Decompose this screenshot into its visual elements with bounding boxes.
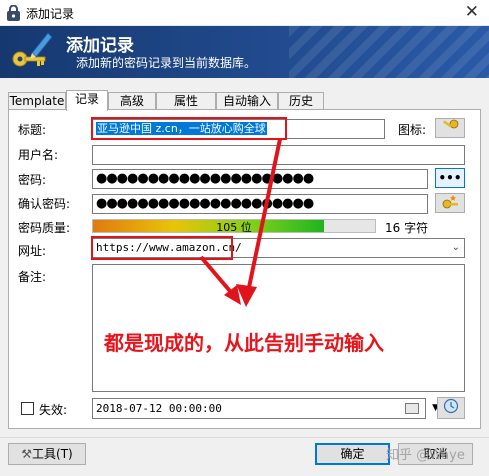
header-banner: 添加记录 添加新的密码记录到当前数据库。 — [0, 26, 489, 78]
window-title: 添加记录 — [26, 7, 75, 21]
annotation-arrows — [199, 138, 282, 307]
tab-properties[interactable]: 属性 — [156, 92, 216, 110]
tab-history[interactable]: 历史 — [278, 92, 324, 110]
window-titlebar: 添加记录 ✕ — [0, 0, 489, 26]
title-label: 标题: — [18, 123, 47, 137]
close-icon[interactable]: ✕ — [465, 2, 479, 22]
icon-label: 图标: — [398, 123, 427, 137]
tools-button-label: 工具(T) — [32, 447, 73, 461]
lock-icon — [7, 5, 20, 21]
notes-label: 备注: — [18, 270, 47, 284]
clock-icon — [443, 398, 459, 414]
confirm-password-label: 确认密码: — [18, 197, 71, 211]
watermark: 知乎 @Waye — [386, 448, 465, 463]
banner-title: 添加记录 — [66, 36, 134, 56]
expires-date-value: 2018-07-12 00:00:00 — [96, 402, 222, 415]
key-pen-icon — [12, 32, 53, 67]
username-label: 用户名: — [18, 148, 59, 162]
tab-auto-type[interactable]: 自动输入 — [216, 92, 278, 110]
key-icon — [443, 119, 459, 129]
tab-entry[interactable]: 记录 — [66, 90, 108, 111]
password-generator-button[interactable] — [435, 193, 465, 213]
chevron-down-icon[interactable]: ⌄ — [452, 239, 460, 257]
tools-icon: ⚒ — [21, 447, 33, 461]
tab-template[interactable]: Template — [8, 92, 66, 110]
calendar-icon[interactable] — [405, 403, 419, 414]
toggle-password-visibility-button[interactable]: ••• — [435, 168, 465, 188]
footer-divider — [0, 437, 489, 438]
tools-button[interactable]: ⚒工具(T) — [8, 443, 86, 465]
expiry-presets-button[interactable] — [437, 397, 465, 419]
url-label: 网址: — [18, 244, 47, 258]
expires-label: 失效: — [39, 403, 68, 417]
tab-advanced[interactable]: 高级 — [108, 92, 156, 110]
icon-picker-button[interactable] — [435, 118, 465, 138]
banner-subtitle: 添加新的密码记录到当前数据库。 — [76, 56, 257, 70]
ok-button[interactable]: 确定 — [315, 443, 390, 465]
expires-date-input[interactable]: 2018-07-12 00:00:00 ▼ — [92, 398, 439, 419]
generate-key-icon — [442, 195, 458, 209]
annotation-text: 都是现成的，从此告别手动输入 — [104, 331, 384, 355]
quality-label: 密码质量: — [18, 221, 71, 235]
banner-pattern — [289, 26, 489, 78]
password-label: 密码: — [18, 173, 47, 187]
expires-checkbox[interactable] — [21, 402, 34, 415]
char-count: 16 字符 — [385, 221, 429, 235]
